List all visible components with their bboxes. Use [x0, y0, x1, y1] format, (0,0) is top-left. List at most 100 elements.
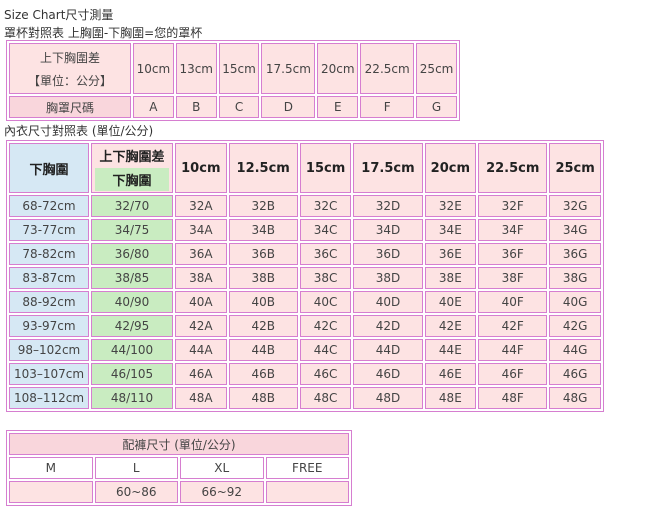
bra-size-cell: 34E — [424, 219, 477, 241]
underbust-range-cell: 108–112cm — [9, 387, 89, 409]
cup-letter-cell: C — [218, 96, 260, 118]
bra-size-cell: 34B — [228, 219, 298, 241]
panty-size-label: L — [94, 457, 178, 479]
bra-size-cell: 38F — [478, 267, 548, 289]
cup-letter-cell: E — [317, 96, 359, 118]
bra-diff-header: 10cm — [175, 143, 227, 193]
panty-size-label: M — [9, 457, 93, 479]
cup-table-caption: 罩杯對照表 上胸圍-下胸圍=您的罩杯 — [4, 26, 203, 40]
bra-size-cell: 48G — [549, 387, 601, 409]
panty-size-value: 66~92 — [180, 481, 264, 503]
bra-size-cell: 48D — [353, 387, 423, 409]
bra-size-cell: 48E — [424, 387, 477, 409]
cup-size-table: 上下胸圍差 【單位：公分】 10cm 13cm 15cm 17.5cm 20cm… — [6, 40, 460, 121]
panty-size-value — [265, 481, 349, 503]
bra-diff-header: 22.5cm — [478, 143, 548, 193]
bra-size-cell: 46A — [175, 363, 227, 385]
cup-diff-cell: 20cm — [317, 43, 359, 94]
bra-size-cell: 32A — [175, 195, 227, 217]
cup-diff-cell: 13cm — [175, 43, 217, 94]
bra-size-cell: 46B — [228, 363, 298, 385]
bra-size-cell: 40D — [353, 291, 423, 313]
bra-size-cell: 44F — [478, 339, 548, 361]
panty-size-label: XL — [180, 457, 264, 479]
bra-size-cell: 46E — [424, 363, 477, 385]
diff-header-line1: 上下胸圍差 — [99, 149, 165, 165]
underbust-range-cell: 83-87cm — [9, 267, 89, 289]
cup-letter-cell: F — [360, 96, 415, 118]
bra-size-cell: 38D — [353, 267, 423, 289]
bra-size-cell: 46F — [478, 363, 548, 385]
underbust-range-cell: 78-82cm — [9, 243, 89, 265]
bra-size-cell: 42B — [228, 315, 298, 337]
cup-diff-cell: 10cm — [133, 43, 174, 94]
underbust-range-cell: 88-92cm — [9, 291, 89, 313]
bra-table-caption: 內衣尺寸對照表 (單位/公分) — [4, 124, 154, 138]
bra-size-cell: 40A — [175, 291, 227, 313]
bra-size-cell: 42A — [175, 315, 227, 337]
cup-diff-cell: 17.5cm — [261, 43, 316, 94]
bra-size-cell: 32E — [424, 195, 477, 217]
bra-size-cell: 40C — [299, 291, 352, 313]
panty-size-value: 60~86 — [94, 481, 178, 503]
bra-size-cell: 34C — [299, 219, 352, 241]
table-row: 108–112cm 48/110 48A 48B 48C 48D 48E 48F 48G — [9, 387, 601, 409]
bra-diff-header: 12.5cm — [228, 143, 298, 193]
cup-header-line2: 【單位：公分】 — [27, 73, 112, 88]
bra-size-cell: 34G — [549, 219, 601, 241]
cup-letter-cell: D — [261, 96, 316, 118]
bra-size-cell: 32G — [549, 195, 601, 217]
panty-size-table: 配褲尺寸 (單位/公分) M L XL FREE 60~86 66~92 — [6, 430, 352, 506]
underbust-range-cell: 103–107cm — [9, 363, 89, 385]
band-size-cell: 46/105 — [91, 363, 173, 385]
underbust-range-cell: 73-77cm — [9, 219, 89, 241]
bra-size-cell: 36G — [549, 243, 601, 265]
bra-size-cell: 32D — [353, 195, 423, 217]
bra-size-cell: 44C — [299, 339, 352, 361]
cup-size-label: 胸罩尺碼 — [9, 96, 131, 118]
bra-size-cell: 34F — [478, 219, 548, 241]
band-size-cell: 48/110 — [91, 387, 173, 409]
table-row: 83-87cm 38/85 38A 38B 38C 38D 38E 38F 38G — [9, 267, 601, 289]
table-row: 88-92cm 40/90 40A 40B 40C 40D 40E 40F 40G — [9, 291, 601, 313]
bra-size-cell: 44B — [228, 339, 298, 361]
bra-size-cell: 42D — [353, 315, 423, 337]
band-size-cell: 42/95 — [91, 315, 173, 337]
cup-header-label: 上下胸圍差 【單位：公分】 — [9, 43, 131, 94]
bra-size-cell: 44D — [353, 339, 423, 361]
bra-size-cell: 36D — [353, 243, 423, 265]
table-row: 98–102cm 44/100 44A 44B 44C 44D 44E 44F 44G — [9, 339, 601, 361]
cup-header-line1: 上下胸圍差 — [39, 50, 100, 65]
bra-size-table: 下胸圍 上下胸圍差 下胸圍 10cm 12.5cm 15cm 17.5cm 20… — [6, 140, 604, 412]
bra-size-cell: 40B — [228, 291, 298, 313]
bra-size-cell: 40G — [549, 291, 601, 313]
bra-diff-header: 20cm — [424, 143, 477, 193]
bra-size-cell: 36C — [299, 243, 352, 265]
bra-size-cell: 36B — [228, 243, 298, 265]
band-size-cell: 34/75 — [91, 219, 173, 241]
diff-header: 上下胸圍差 下胸圍 — [91, 143, 173, 193]
bra-size-cell: 32F — [478, 195, 548, 217]
bra-size-cell: 38A — [175, 267, 227, 289]
bra-size-cell: 38E — [424, 267, 477, 289]
table-row: 93-97cm 42/95 42A 42B 42C 42D 42E 42F 42G — [9, 315, 601, 337]
bra-size-cell: 32B — [228, 195, 298, 217]
panty-size-label: FREE — [265, 457, 349, 479]
bra-size-cell: 44G — [549, 339, 601, 361]
cup-letter-cell: G — [416, 96, 457, 118]
bra-size-cell: 32C — [299, 195, 352, 217]
bra-size-cell: 48C — [299, 387, 352, 409]
bra-size-cell: 42E — [424, 315, 477, 337]
diff-header-line2: 下胸圍 — [95, 167, 169, 191]
bra-size-cell: 48A — [175, 387, 227, 409]
table-row: 103–107cm 46/105 46A 46B 46C 46D 46E 46F 46G — [9, 363, 601, 385]
bra-size-cell: 38G — [549, 267, 601, 289]
cup-diff-cell: 15cm — [218, 43, 260, 94]
bra-size-cell: 48B — [228, 387, 298, 409]
band-size-cell: 32/70 — [91, 195, 173, 217]
bra-size-cell: 46D — [353, 363, 423, 385]
bra-size-cell: 42G — [549, 315, 601, 337]
band-size-cell: 36/80 — [91, 243, 173, 265]
underbust-range-cell: 68-72cm — [9, 195, 89, 217]
bra-size-cell: 36A — [175, 243, 227, 265]
